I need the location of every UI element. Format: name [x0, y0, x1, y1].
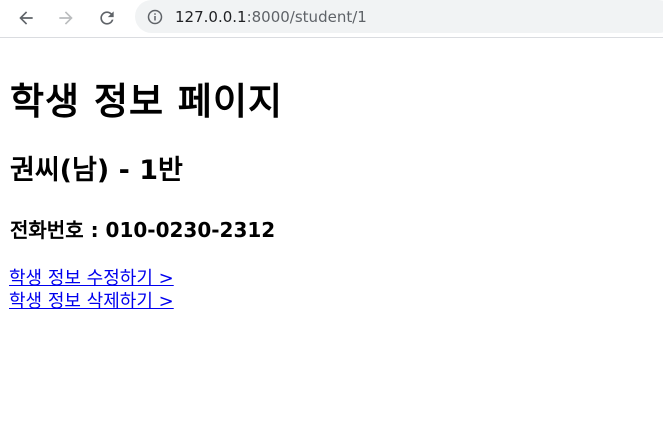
student-heading: 권씨(남) - 1반	[10, 155, 183, 186]
page-title: 학생 정보 페이지	[10, 80, 284, 123]
reload-icon	[100, 11, 114, 25]
back-button[interactable]	[11, 3, 41, 33]
delete-student-link[interactable]: 학생 정보 삭제하기 >	[9, 290, 174, 313]
reload-button[interactable]	[92, 3, 122, 33]
browser-toolbar: 127.0.0.1:8000/student/1	[0, 0, 663, 38]
url-host: 127.0.0.1	[175, 7, 247, 26]
info-icon[interactable]	[147, 9, 163, 25]
phone-number: 전화번호 : 010-0230-2312	[10, 218, 276, 242]
action-links: 학생 정보 수정하기 > 학생 정보 삭제하기 >	[9, 267, 174, 313]
address-bar[interactable]: 127.0.0.1:8000/student/1	[135, 0, 663, 33]
back-arrow-icon	[19, 11, 33, 25]
url-text: 127.0.0.1:8000/student/1	[175, 8, 367, 26]
url-path: :8000/student/1	[246, 7, 367, 26]
forward-arrow-icon	[59, 11, 73, 25]
forward-button[interactable]	[51, 3, 81, 33]
edit-student-link[interactable]: 학생 정보 수정하기 >	[9, 267, 174, 290]
